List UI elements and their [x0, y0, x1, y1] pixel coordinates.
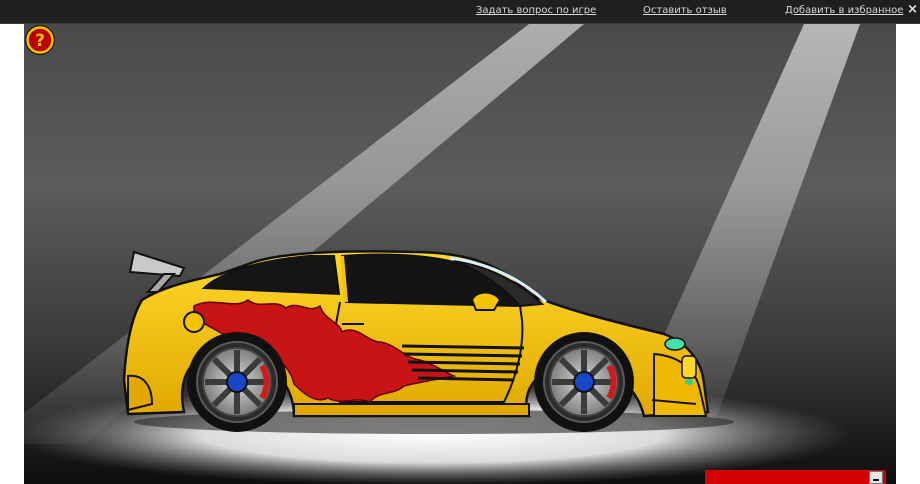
- ask-question-link[interactable]: Задать вопрос по игре: [476, 5, 596, 16]
- headlight: [664, 337, 686, 351]
- help-icon[interactable]: ?: [24, 24, 56, 56]
- rear-wheel: [187, 332, 287, 432]
- game-stage[interactable]: ?: [24, 24, 896, 484]
- left-margin: [0, 24, 24, 484]
- side-mirror: [470, 291, 502, 311]
- leave-review-link[interactable]: Оставить отзыв: [643, 5, 727, 16]
- close-icon[interactable]: ×: [907, 2, 918, 17]
- side-skirt: [293, 403, 530, 417]
- front-wheel: [534, 332, 634, 432]
- minimize-button[interactable]: [869, 471, 883, 484]
- red-status-panel: [705, 470, 886, 484]
- fuel-cap: [183, 311, 205, 333]
- game-scene: [24, 24, 860, 484]
- top-bar: Задать вопрос по игре Оставить отзыв Доб…: [0, 0, 920, 24]
- right-margin: [896, 24, 920, 484]
- help-icon-glyph: ?: [35, 31, 45, 51]
- add-to-favorites-link[interactable]: Добавить в избранное: [785, 5, 903, 16]
